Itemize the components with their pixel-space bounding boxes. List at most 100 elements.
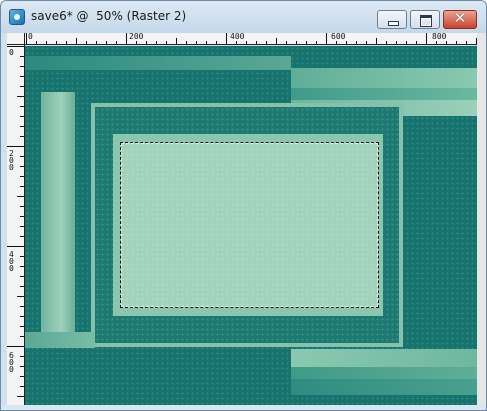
bottom-right-strip-2 (291, 367, 477, 379)
ruler-tick (126, 33, 127, 44)
ruler-tick (20, 136, 24, 137)
ruler-tick (56, 41, 57, 44)
ruler-label: 800 (432, 33, 447, 41)
ruler-tick (17, 96, 24, 97)
ruler-tick (17, 296, 24, 297)
ruler-tick (336, 41, 337, 44)
ruler-tick (20, 376, 24, 377)
vertical-scrollbar[interactable] (477, 33, 486, 405)
ruler-tick (116, 41, 117, 44)
minimize-button[interactable] (377, 10, 407, 29)
ruler-tick (306, 41, 307, 44)
ruler-tick (346, 41, 347, 44)
ruler-tick (86, 41, 87, 44)
ruler-tick (26, 33, 27, 44)
ruler-tick (20, 156, 24, 157)
ruler-tick (20, 206, 24, 207)
ruler-tick (20, 116, 24, 117)
ruler-tick (20, 186, 24, 187)
ruler-tick (286, 41, 287, 44)
horizontal-scrollbar[interactable] (1, 405, 486, 410)
ruler-tick (176, 38, 177, 44)
ruler-tick (316, 41, 317, 44)
ruler-tick (20, 366, 24, 367)
ruler-tick (466, 41, 467, 44)
ruler-tick (7, 46, 24, 47)
close-button[interactable]: ✕ (443, 9, 477, 29)
ruler-label: 2 0 0 (9, 149, 14, 172)
app-icon (9, 9, 25, 25)
ruler-tick (196, 41, 197, 44)
ruler-tick (20, 386, 24, 387)
ruler-tick (17, 196, 24, 197)
ruler-tick (96, 41, 97, 44)
ruler-tick (36, 41, 37, 44)
close-icon: ✕ (453, 9, 467, 27)
ruler-label: 4 0 0 (9, 250, 14, 273)
ruler-tick (226, 33, 227, 44)
top-strip (25, 56, 291, 70)
ruler-label: 0 (28, 33, 33, 41)
bottom-left-strip (25, 332, 95, 348)
ruler-tick (206, 41, 207, 44)
ruler-tick (20, 276, 24, 277)
ruler-tick (136, 41, 137, 44)
ruler-tick (186, 41, 187, 44)
ruler-tick (416, 41, 417, 44)
ruler-tick (146, 41, 147, 44)
ruler-tick (20, 166, 24, 167)
maximize-button[interactable] (410, 10, 440, 29)
top-right-strip (291, 68, 477, 88)
ruler-tick (20, 316, 24, 317)
image-window: save6* @ 50% (Raster 2) ✕ 0 200 400 600 800 … (0, 0, 487, 411)
ruler-label: 6 0 0 (9, 351, 14, 374)
ruler-corner (7, 33, 25, 45)
marquee-selection[interactable] (120, 142, 379, 308)
image-canvas[interactable] (25, 46, 477, 405)
ruler-tick (20, 256, 24, 257)
ruler-tick (216, 41, 217, 44)
ruler-tick (20, 266, 24, 267)
ruler-tick (76, 38, 77, 44)
ruler-tick (20, 106, 24, 107)
ruler-tick (20, 326, 24, 327)
ruler-tick (20, 216, 24, 217)
ruler-tick (20, 66, 24, 67)
ruler-tick (20, 86, 24, 87)
ruler-tick (20, 56, 24, 57)
ruler-tick (266, 41, 267, 44)
window-title: save6* @ 50% (Raster 2) (31, 9, 187, 23)
ruler-tick (20, 336, 24, 337)
ruler-tick (20, 286, 24, 287)
ruler-tick (66, 41, 67, 44)
ruler-tick (426, 33, 427, 44)
ruler-tick (276, 38, 277, 44)
top-right-strip-2 (291, 88, 477, 100)
left-vertical-bar (41, 92, 75, 332)
ruler-tick (17, 396, 24, 397)
ruler-tick (20, 176, 24, 177)
ruler-tick (446, 41, 447, 44)
ruler-tick (436, 41, 437, 44)
ruler-tick (20, 126, 24, 127)
vertical-ruler: 0 2 0 0 4 0 0 6 0 0 (7, 45, 25, 405)
ruler-tick (7, 246, 24, 247)
ruler-tick (106, 41, 107, 44)
ruler-label: 600 (331, 33, 346, 41)
ruler-tick (246, 41, 247, 44)
ruler-label: 400 (230, 33, 245, 41)
ruler-tick (456, 41, 457, 44)
title-bar[interactable]: save6* @ 50% (Raster 2) ✕ (1, 1, 486, 33)
ruler-tick (386, 41, 387, 44)
ruler-label: 0 (9, 48, 14, 57)
ruler-tick (256, 41, 257, 44)
bottom-right-strip-3 (291, 379, 477, 395)
ruler-tick (166, 41, 167, 44)
ruler-tick (7, 346, 24, 347)
horizontal-ruler: 0 200 400 600 800 (25, 33, 477, 45)
ruler-tick (20, 356, 24, 357)
ruler-tick (46, 41, 47, 44)
ruler-tick (7, 146, 24, 147)
ruler-tick (396, 41, 397, 44)
ruler-tick (296, 41, 297, 44)
